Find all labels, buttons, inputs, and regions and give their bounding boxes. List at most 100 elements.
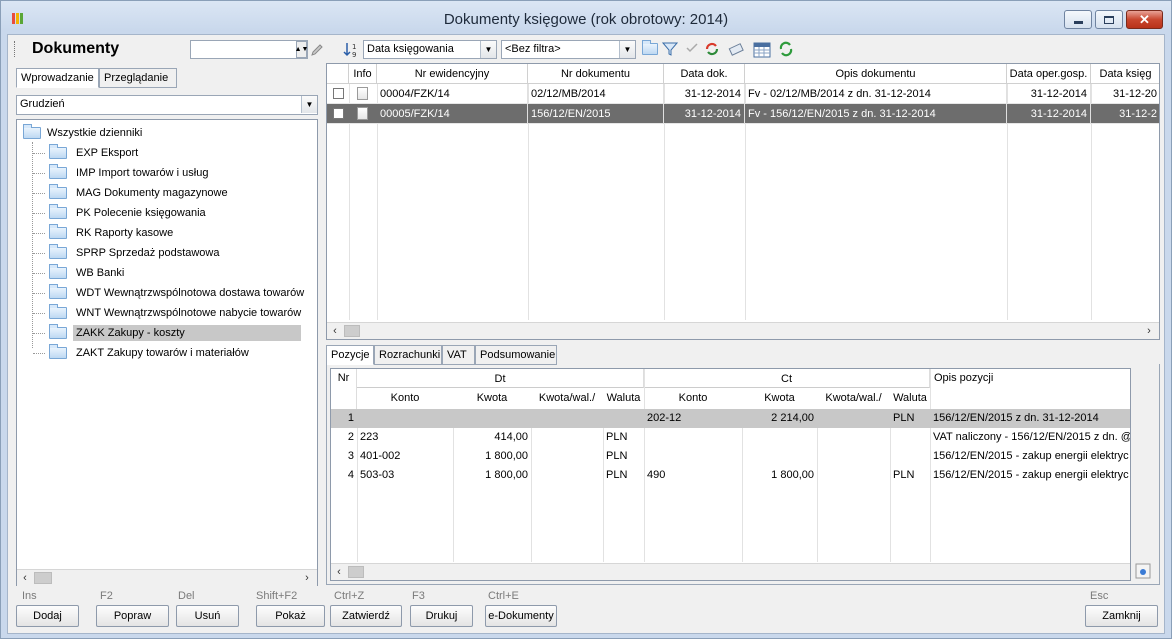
- col-opis-dokumentu[interactable]: Opis dokumentu: [745, 64, 1007, 84]
- col-ct-kwota[interactable]: Kwota: [742, 389, 817, 409]
- pencil-icon[interactable]: [310, 43, 324, 57]
- table-row[interactable]: 2 223 414,00 PLN VAT naliczony - 156/12/EN/2…: [331, 428, 1130, 447]
- module-title: Dokumenty: [32, 40, 120, 57]
- col-data-dok[interactable]: Data dok.: [664, 64, 745, 84]
- row-checkbox[interactable]: [333, 88, 344, 99]
- col-dt-konto[interactable]: Konto: [357, 389, 453, 409]
- document-icon[interactable]: [357, 87, 368, 100]
- cell-opis: 156/12/EN/2015 z dn. 31-12-2014: [933, 412, 1099, 424]
- close-button[interactable]: Zamknij: [1085, 605, 1158, 627]
- calendar-icon[interactable]: [753, 41, 771, 58]
- document-icon[interactable]: [357, 107, 368, 120]
- tree-item-label: IMP Import towarów i usług: [76, 167, 209, 179]
- tree-item[interactable]: WDT Wewnątrzwspólnotowa dostawa towarów: [33, 284, 307, 302]
- maximize-button[interactable]: [1095, 10, 1123, 29]
- table-row[interactable]: 3 401-002 1 800,00 PLN 156/12/EN/2015 - zaku…: [331, 447, 1130, 466]
- shortcut-hint: F2: [100, 590, 113, 602]
- tree-item[interactable]: ZAKK Zakupy - koszty: [33, 324, 301, 342]
- tree-root[interactable]: Wszystkie dzienniki: [23, 124, 142, 142]
- col-data-oper[interactable]: Data oper.gosp.: [1007, 64, 1091, 84]
- tab-podsumowanie[interactable]: Podsumowanie: [475, 345, 557, 365]
- col-data-ksieg[interactable]: Data księg: [1091, 64, 1159, 84]
- col-nr-ewidencyjny[interactable]: Nr ewidencyjny: [377, 64, 528, 84]
- col-ct-kwota-wal[interactable]: Kwota/wal./: [817, 389, 890, 409]
- reload-icon[interactable]: [778, 40, 794, 58]
- spin-icon[interactable]: ▲▼: [295, 41, 308, 58]
- scroll-thumb[interactable]: [34, 572, 52, 584]
- e-documents-button[interactable]: e-Dokumenty: [485, 605, 557, 627]
- table-row[interactable]: 4 503-03 1 800,00 PLN 490 1 800,00 PLN 156/12/E…: [331, 466, 1130, 485]
- positions-grid: Nr Dt Ct Opis pozycji Konto Kwota Kwota/…: [330, 368, 1131, 581]
- sort-icon[interactable]: 19: [342, 41, 360, 58]
- col-dt-waluta[interactable]: Waluta: [603, 389, 644, 409]
- tree-item[interactable]: WNT Wewnątrzwspólnotowe nabycie towarów: [33, 304, 304, 322]
- add-button[interactable]: Dodaj: [16, 605, 79, 627]
- tree-scrollbar[interactable]: ‹ ›: [17, 569, 317, 586]
- table-row[interactable]: 00004/FZK/14 02/12/MB/2014 31-12-2014 Fv - …: [327, 84, 1159, 104]
- filter-select[interactable]: <Bez filtra> ▼: [501, 40, 636, 59]
- filter-icon[interactable]: [662, 41, 678, 57]
- col-ct-konto[interactable]: Konto: [644, 389, 742, 409]
- table-row[interactable]: 00005/FZK/14 156/12/EN/2015 31-12-2014 Fv -…: [327, 104, 1159, 124]
- col-dt-kwota[interactable]: Kwota: [453, 389, 531, 409]
- minimize-button[interactable]: [1064, 10, 1092, 29]
- col-opis-pozycji[interactable]: Opis pozycji: [930, 369, 1130, 409]
- search-input[interactable]: [190, 40, 308, 59]
- folder-icon: [49, 324, 67, 339]
- col-dt-kwota-wal[interactable]: Kwota/wal./: [531, 389, 603, 409]
- scroll-right-icon[interactable]: ›: [1141, 323, 1157, 339]
- col-nr[interactable]: Nr: [331, 369, 357, 409]
- close-window-button[interactable]: ✕: [1126, 10, 1163, 29]
- period-select[interactable]: Grudzień ▼: [16, 95, 318, 115]
- tab-vat[interactable]: VAT: [442, 345, 475, 365]
- show-button[interactable]: Pokaż: [256, 605, 325, 627]
- chevron-down-icon[interactable]: ▼: [619, 41, 635, 58]
- scroll-right-icon[interactable]: ›: [299, 570, 315, 586]
- tree-item[interactable]: RK Raporty kasowe: [33, 224, 176, 242]
- print-button[interactable]: Drukuj: [410, 605, 473, 627]
- chevron-down-icon[interactable]: ▼: [480, 41, 496, 58]
- tree-item[interactable]: MAG Dokumenty magazynowe: [33, 184, 231, 202]
- settings-icon[interactable]: [1135, 563, 1151, 579]
- chevron-down-icon[interactable]: ▼: [301, 96, 317, 113]
- sort-field-select[interactable]: Data księgowania ▼: [363, 40, 497, 59]
- tree-item[interactable]: IMP Import towarów i usług: [33, 164, 211, 182]
- scroll-left-icon[interactable]: ‹: [331, 564, 347, 580]
- tree-item[interactable]: SPRP Sprzedaż podstawowa: [33, 244, 223, 262]
- scroll-left-icon[interactable]: ‹: [327, 323, 343, 339]
- cell-dt-konto: 223: [360, 431, 379, 443]
- scroll-thumb[interactable]: [344, 325, 360, 337]
- toolbar-grip[interactable]: [14, 41, 17, 57]
- row-checkbox[interactable]: [333, 108, 344, 119]
- folder-icon[interactable]: [642, 40, 658, 55]
- col-info[interactable]: Info: [349, 64, 377, 84]
- refresh-icon[interactable]: [703, 40, 721, 58]
- tab-przegladanie[interactable]: Przeglądanie: [99, 68, 177, 88]
- journal-tree: Wszystkie dzienniki EXP Eksport IMP Impor…: [16, 119, 318, 586]
- tree-item[interactable]: EXP Eksport: [33, 144, 141, 162]
- tab-wprowadzanie[interactable]: Wprowadzanie: [16, 68, 99, 88]
- col-nr-dokumentu[interactable]: Nr dokumentu: [528, 64, 664, 84]
- tree-item[interactable]: PK Polecenie księgowania: [33, 204, 209, 222]
- tab-rozrachunki[interactable]: Rozrachunki: [374, 345, 442, 365]
- check-icon[interactable]: [685, 41, 699, 55]
- approve-button[interactable]: Zatwierdź: [330, 605, 402, 627]
- tag-icon[interactable]: [728, 41, 746, 57]
- positions-scrollbar[interactable]: ‹: [331, 563, 1130, 580]
- tree-item-label: WNT Wewnątrzwspólnotowe nabycie towarów: [76, 307, 302, 319]
- tree-item[interactable]: ZAKT Zakupy towarów i materiałów: [33, 344, 252, 362]
- cell-ct-waluta: PLN: [893, 469, 915, 481]
- edit-button[interactable]: Popraw: [96, 605, 169, 627]
- col-ct-waluta[interactable]: Waluta: [890, 389, 930, 409]
- docs-scrollbar[interactable]: ‹ ›: [327, 322, 1159, 339]
- cell-opis: 156/12/EN/2015 - zakup energii elektryc: [933, 469, 1129, 481]
- scroll-thumb[interactable]: [348, 566, 364, 578]
- tree-item[interactable]: WB Banki: [33, 264, 127, 282]
- cell-ct-konto: 202-12: [647, 412, 682, 424]
- cell-dt-kwota-wal: [531, 447, 603, 466]
- delete-button[interactable]: Usuń: [176, 605, 239, 627]
- table-row[interactable]: 1 202-12 2 214,00 PLN 156/12/EN/2015 z dn. 3…: [331, 409, 1130, 428]
- col-select: [327, 64, 349, 84]
- tab-pozycje[interactable]: Pozycje: [326, 345, 374, 365]
- scroll-left-icon[interactable]: ‹: [17, 570, 33, 586]
